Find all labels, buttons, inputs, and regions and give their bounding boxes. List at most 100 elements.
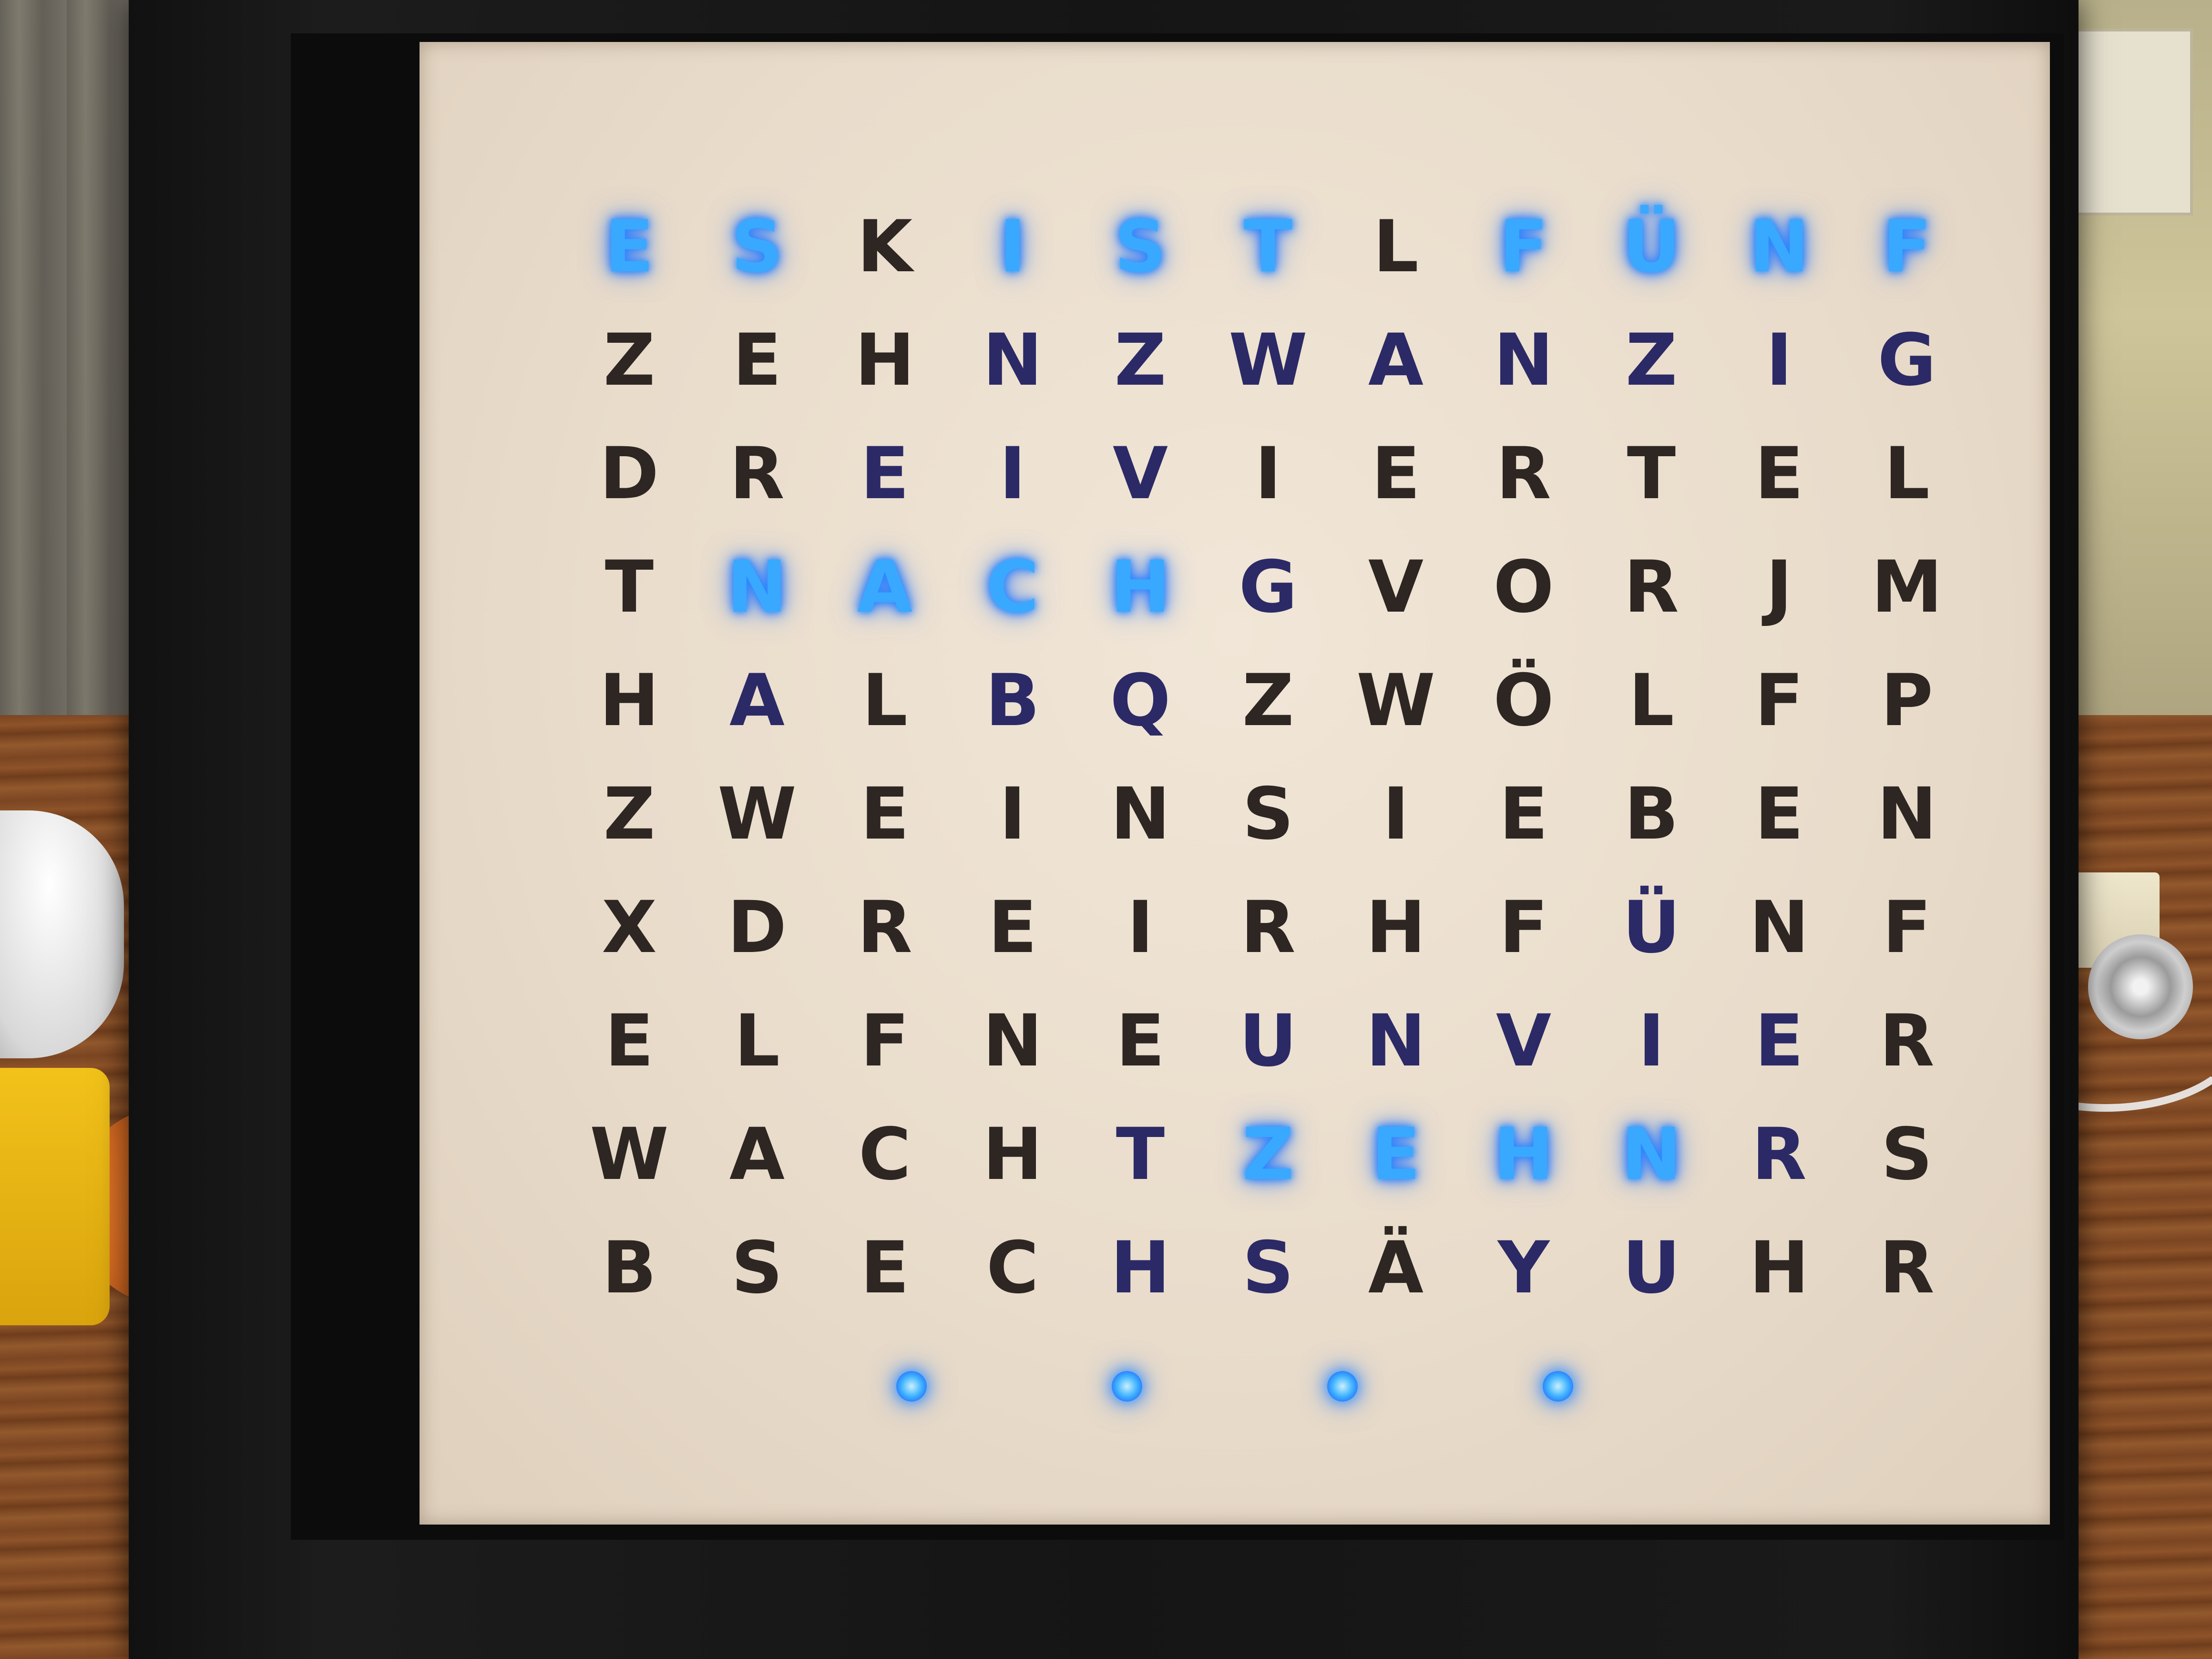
letter: E — [1116, 1000, 1165, 1083]
letter: H — [983, 1113, 1043, 1196]
letter: E — [988, 886, 1037, 969]
letter: O — [1493, 546, 1554, 629]
letter: W — [1356, 659, 1435, 742]
letter: E — [1499, 773, 1548, 856]
letter: I — [1255, 432, 1281, 515]
letter: M — [1871, 546, 1943, 629]
letter: N — [983, 1000, 1043, 1083]
letter-grid: ESKISTLFÜNFZEHNZWANZIGDREIVIERTELTNACHGV… — [586, 199, 1950, 1334]
letter-row: HALBQZWÖLFP — [586, 653, 1950, 748]
letter: S — [731, 1227, 783, 1310]
letter-row: ZEHNZWANZIG — [586, 313, 1950, 408]
letter-lit: I — [999, 205, 1026, 288]
letter: H — [1110, 1227, 1170, 1310]
letter: N — [1110, 773, 1170, 856]
letter-lit: E — [604, 205, 654, 288]
letter: L — [1884, 432, 1930, 515]
letter-lit: N — [727, 546, 787, 629]
letter-row: XDREIRHFÜNF — [586, 880, 1950, 975]
letter: X — [602, 886, 657, 969]
minute-dot — [896, 1371, 927, 1402]
letter: Ö — [1493, 659, 1554, 742]
letter: I — [999, 773, 1026, 856]
letter: A — [729, 1113, 785, 1196]
letter: H — [855, 319, 915, 402]
letter: L — [1373, 205, 1419, 288]
letter: R — [1496, 432, 1551, 515]
letter-row: BSECHSÄYUHR — [586, 1220, 1950, 1316]
letter: E — [1754, 432, 1804, 515]
letter: S — [1881, 1113, 1933, 1196]
letter-lit: S — [1114, 205, 1167, 288]
letter: R — [1879, 1000, 1935, 1083]
letter: K — [857, 205, 913, 288]
letter: R — [1879, 1227, 1935, 1310]
letter: F — [860, 1000, 910, 1083]
letter: Ä — [1368, 1227, 1424, 1310]
letter-row: ZWEINSIEBEN — [586, 767, 1950, 862]
letter: B — [985, 659, 1040, 742]
letter: F — [1882, 886, 1932, 969]
letter: R — [1751, 1113, 1807, 1196]
letter: Z — [1114, 319, 1167, 402]
letter: I — [1766, 319, 1792, 402]
letter-lit: H — [1110, 546, 1170, 629]
letter: V — [1495, 1000, 1552, 1083]
letter-lit: S — [731, 205, 783, 288]
minute-dot — [1543, 1371, 1573, 1402]
letter: Ü — [1622, 886, 1680, 969]
letter-lit: F — [1499, 205, 1548, 288]
letter: E — [1754, 1000, 1804, 1083]
letter: S — [1242, 1227, 1294, 1310]
letter: T — [604, 546, 654, 629]
letter: V — [1112, 432, 1168, 515]
letter: U — [1622, 1227, 1680, 1310]
letter: V — [1368, 546, 1424, 629]
letter-lit: Ü — [1622, 205, 1680, 288]
letter: P — [1881, 659, 1933, 742]
letter: R — [857, 886, 912, 969]
letter: N — [1749, 886, 1809, 969]
letter-row: ESKISTLFÜNF — [586, 199, 1950, 295]
word-clock-face: ESKISTLFÜNFZEHNZWANZIGDREIVIERTELTNACHGV… — [420, 42, 2050, 1525]
letter: C — [986, 1227, 1039, 1310]
letter: J — [1766, 546, 1792, 629]
letter: R — [1624, 546, 1679, 629]
letter: N — [1366, 1000, 1426, 1083]
letter-row: DREIVIERTEL — [586, 426, 1950, 522]
letter: Z — [603, 319, 655, 402]
letter: D — [599, 432, 659, 515]
letter: L — [862, 659, 908, 742]
yellow-multimeter — [0, 1068, 110, 1325]
letter: B — [1624, 773, 1679, 856]
letter: E — [860, 432, 910, 515]
letter: I — [1127, 886, 1154, 969]
letter-lit: E — [1371, 1113, 1421, 1196]
letter: F — [1754, 659, 1804, 742]
letter: R — [729, 432, 785, 515]
letter: F — [1499, 886, 1548, 969]
letter: E — [1754, 773, 1804, 856]
letter: N — [1877, 773, 1937, 856]
letter: I — [1382, 773, 1409, 856]
letter-row: WACHTZEHNRS — [586, 1107, 1950, 1202]
letter-lit: H — [1494, 1113, 1554, 1196]
letter-lit: C — [986, 546, 1039, 629]
letter-lit: A — [857, 546, 913, 629]
letter-lit: N — [1621, 1113, 1681, 1196]
letter: I — [1638, 1000, 1665, 1083]
letter: H — [1366, 886, 1426, 969]
letter-lit: Z — [1242, 1113, 1294, 1196]
letter: Z — [1625, 319, 1678, 402]
letter: L — [1628, 659, 1674, 742]
letter: G — [1877, 319, 1936, 402]
letter-lit: N — [1749, 205, 1809, 288]
letter: E — [604, 1000, 654, 1083]
letter: Z — [1242, 659, 1294, 742]
letter: H — [599, 659, 659, 742]
letter: B — [602, 1227, 657, 1310]
letter: W — [717, 773, 797, 856]
letter: S — [1242, 773, 1294, 856]
letter: T — [1627, 432, 1676, 515]
letter: D — [727, 886, 787, 969]
